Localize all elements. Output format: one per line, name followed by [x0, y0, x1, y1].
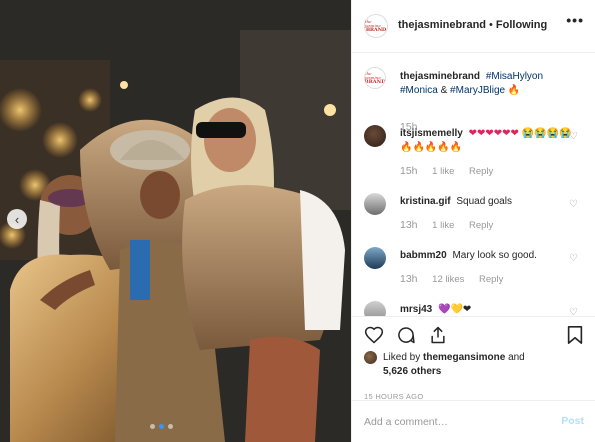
share-icon[interactable]: [428, 325, 448, 345]
caption-username[interactable]: thejasminebrand: [400, 71, 480, 82]
heart-icon[interactable]: ♡: [569, 131, 578, 142]
comment-text: itsjismemelly ❤❤❤❤❤❤ 😭😭😭😭🔥🔥🔥🔥🔥: [400, 127, 578, 155]
comment-meta: 15h 1 like Reply: [400, 165, 505, 177]
caption-avatar[interactable]: the jasmine BRAND: [364, 67, 386, 89]
comment-likes[interactable]: 1 like: [432, 166, 454, 177]
liked-by-and: and: [508, 352, 525, 364]
header-separator: •: [489, 19, 493, 31]
post-header: the jasmine BRAND thejasminebrand • Follow…: [352, 0, 595, 53]
comment-likes[interactable]: 1 like: [432, 220, 454, 231]
hashtag-link[interactable]: #MaryJBlige: [450, 85, 505, 96]
commenter-avatar[interactable]: [364, 193, 386, 215]
comment-body: 💜💛❤: [438, 304, 472, 315]
hashtag-link[interactable]: #Monica: [400, 85, 438, 96]
comment-meta: 13h 1 like Reply: [400, 219, 505, 231]
like-heart-icon[interactable]: [364, 325, 384, 345]
account-username[interactable]: thejasminebrand: [398, 19, 486, 31]
comment-username[interactable]: itsjismemelly: [400, 128, 463, 139]
liker-username[interactable]: themegansimone: [423, 352, 505, 363]
comment-bubble-icon[interactable]: [396, 325, 416, 345]
commenter-avatar[interactable]: [364, 247, 386, 269]
comment-text: mrsj43 💜💛❤: [400, 303, 578, 316]
carousel-dot-active: [159, 424, 164, 429]
carousel-dot: [150, 424, 155, 429]
heart-icon[interactable]: ♡: [569, 199, 578, 210]
more-options-icon[interactable]: •••: [566, 12, 584, 28]
photo-illustration: [0, 0, 351, 442]
liked-by: Liked by themegansimone and 5,626 others: [364, 351, 584, 379]
comment-likes[interactable]: 12 likes: [432, 274, 464, 285]
comment-meta: 13h 12 likes Reply: [400, 273, 515, 285]
comment-username[interactable]: babmm20: [400, 250, 447, 261]
header-user-line: thejasminebrand • Following: [398, 19, 547, 31]
comment-time[interactable]: 13h: [400, 273, 418, 285]
heart-icon[interactable]: ♡: [569, 253, 578, 264]
reply-button[interactable]: Reply: [469, 166, 493, 177]
liker-avatar[interactable]: [364, 351, 377, 364]
comment-body: Mary look so good.: [452, 250, 537, 261]
logo-text-bottom: BRAND: [365, 26, 387, 33]
comment-time[interactable]: 15h: [400, 165, 418, 177]
caption-text: thejasminebrand #MisaHylyon #Monica & #M…: [400, 70, 578, 98]
chevron-left-icon: ‹: [14, 211, 20, 227]
liked-by-prefix: Liked by: [383, 352, 421, 364]
comment-username[interactable]: kristina.gif: [400, 196, 451, 207]
caption-ampersand: &: [440, 85, 448, 96]
commenter-avatar[interactable]: [364, 125, 386, 147]
previous-photo-button[interactable]: ‹: [7, 209, 27, 229]
post-comment-button[interactable]: Post: [561, 415, 584, 427]
comment-input[interactable]: [364, 413, 544, 431]
caption-logo-bottom: BRAND: [364, 78, 386, 85]
post-photo[interactable]: ‹: [0, 0, 351, 442]
reply-button[interactable]: Reply: [479, 274, 503, 285]
comment-body: Squad goals: [456, 196, 512, 207]
following-button[interactable]: Following: [496, 19, 547, 31]
fire-emoji: 🔥: [507, 85, 521, 96]
comments-list[interactable]: the jasmine BRAND thejasminebrand #MisaH…: [352, 53, 595, 316]
comment-text: kristina.gif Squad goals: [400, 195, 578, 209]
commenter-avatar[interactable]: [364, 301, 386, 316]
comment-text: babmm20 Mary look so good.: [400, 249, 578, 263]
heart-icon[interactable]: ♡: [569, 307, 578, 316]
reply-button[interactable]: Reply: [469, 220, 493, 231]
bookmark-icon[interactable]: [566, 325, 584, 345]
carousel-dots: [150, 424, 173, 429]
likes-count[interactable]: 5,626 others: [364, 365, 584, 379]
post-side-panel: the jasmine BRAND thejasminebrand • Follow…: [351, 0, 595, 442]
hashtag-link[interactable]: #MisaHylyon: [486, 71, 543, 82]
account-avatar[interactable]: the jasmine BRAND: [364, 14, 388, 38]
action-icons: [364, 325, 448, 345]
comment-username[interactable]: mrsj43: [400, 304, 432, 315]
add-comment-bar: Post: [352, 400, 595, 442]
comment-time[interactable]: 13h: [400, 219, 418, 231]
carousel-dot: [168, 424, 173, 429]
